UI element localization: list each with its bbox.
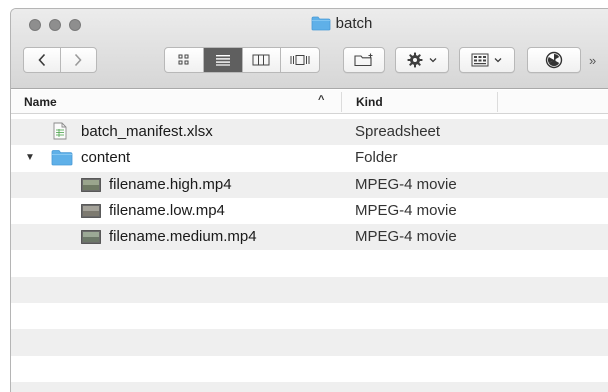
spreadsheet-icon bbox=[53, 122, 67, 140]
file-kind: MPEG-4 movie bbox=[355, 175, 457, 193]
view-mode-group bbox=[164, 47, 320, 73]
folder-icon bbox=[311, 16, 331, 31]
list-item[interactable]: ▼ content Folder bbox=[11, 145, 608, 171]
finder-window: batch » Name ^ Kind batch_manifest.xlsx … bbox=[10, 8, 608, 392]
file-name: filename.low.mp4 bbox=[109, 201, 225, 219]
video-thumbnail-icon bbox=[81, 230, 101, 245]
file-kind: MPEG-4 movie bbox=[355, 201, 457, 219]
new-folder-button[interactable] bbox=[343, 47, 385, 73]
list-item[interactable]: filename.low.mp4 MPEG-4 movie bbox=[11, 198, 608, 224]
file-name: content bbox=[81, 149, 131, 167]
window-title-area: batch bbox=[11, 15, 608, 36]
titlebar: batch » bbox=[11, 9, 608, 89]
arrange-icon bbox=[471, 53, 489, 67]
cover-flow-icon bbox=[290, 55, 310, 65]
disclosure-triangle-icon[interactable]: ▼ bbox=[25, 152, 35, 163]
chevron-right-icon bbox=[75, 53, 82, 67]
empty-row bbox=[11, 303, 608, 329]
chevron-left-icon bbox=[38, 53, 45, 67]
list-view-button[interactable] bbox=[202, 48, 242, 72]
empty-row bbox=[11, 329, 608, 356]
sort-ascending-icon[interactable]: ^ bbox=[318, 94, 324, 106]
list-icon bbox=[215, 55, 230, 66]
file-list: batch_manifest.xlsx Spreadsheet ▼ conten… bbox=[11, 119, 608, 392]
icon-view-button[interactable] bbox=[165, 48, 203, 72]
column-view-button[interactable] bbox=[241, 48, 281, 72]
empty-row bbox=[11, 381, 608, 392]
list-item[interactable]: filename.high.mp4 MPEG-4 movie bbox=[11, 171, 608, 198]
list-item[interactable]: filename.medium.mp4 MPEG-4 movie bbox=[11, 224, 608, 251]
column-header-row: Name ^ Kind bbox=[11, 90, 608, 114]
back-button[interactable] bbox=[24, 48, 60, 72]
grid-icon bbox=[178, 54, 189, 65]
radiation-icon bbox=[545, 51, 563, 69]
file-kind: Spreadsheet bbox=[355, 123, 441, 140]
column-header-kind[interactable]: Kind bbox=[356, 95, 383, 109]
file-name: batch_manifest.xlsx bbox=[81, 123, 213, 140]
column-header-name[interactable]: Name bbox=[24, 95, 57, 109]
empty-row bbox=[11, 356, 608, 382]
file-name: filename.medium.mp4 bbox=[109, 228, 257, 246]
radiation-action-button[interactable] bbox=[527, 47, 581, 73]
columns-icon bbox=[252, 54, 270, 66]
window-title: batch bbox=[335, 15, 373, 32]
cover-flow-view-button[interactable] bbox=[280, 48, 319, 72]
empty-row bbox=[11, 250, 608, 276]
arrange-menu-button[interactable] bbox=[459, 47, 515, 73]
video-thumbnail-icon bbox=[81, 203, 101, 218]
column-divider[interactable] bbox=[341, 92, 342, 112]
file-kind: Folder bbox=[355, 149, 398, 167]
empty-row bbox=[11, 276, 608, 304]
video-thumbnail-icon bbox=[81, 177, 101, 192]
column-divider[interactable] bbox=[497, 92, 498, 112]
file-name: filename.high.mp4 bbox=[109, 175, 232, 193]
list-item[interactable]: batch_manifest.xlsx Spreadsheet bbox=[11, 119, 608, 146]
toolbar-overflow-button[interactable]: » bbox=[589, 53, 596, 68]
folder-icon bbox=[51, 150, 73, 166]
chevron-down-icon bbox=[494, 58, 502, 63]
new-folder-icon bbox=[354, 53, 373, 67]
chevron-down-icon bbox=[429, 58, 436, 63]
forward-button[interactable] bbox=[59, 48, 97, 72]
file-kind: MPEG-4 movie bbox=[355, 228, 457, 246]
action-menu-button[interactable] bbox=[395, 47, 449, 73]
gear-icon bbox=[407, 52, 422, 68]
back-forward-group bbox=[23, 47, 97, 73]
